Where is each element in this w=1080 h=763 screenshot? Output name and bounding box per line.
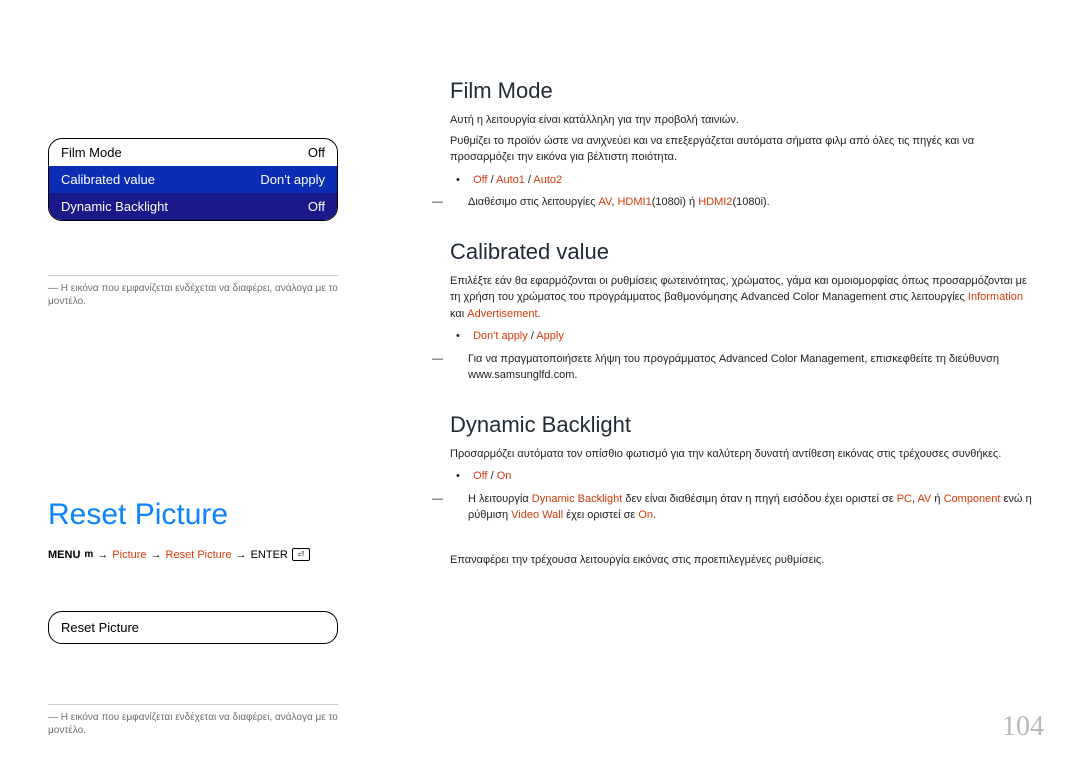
arrow-icon: → <box>236 549 247 561</box>
note-t2: δεν είναι διαθέσιμη όταν η πηγή εισόδου … <box>622 493 896 505</box>
menu-row-calibrated-value[interactable]: Calibrated value Don't apply <box>49 166 337 193</box>
reset-picture-box-label: Reset Picture <box>61 620 139 635</box>
dynamic-backlight-p1: Προσαρμόζει αυτόματα τον οπίσθιο φωτισμό… <box>450 446 1040 463</box>
section-dynamic-backlight: Dynamic Backlight Προσαρμόζει αυτόματα τ… <box>450 412 1040 524</box>
reset-picture-box[interactable]: Reset Picture <box>48 611 338 644</box>
menu-row-label: Film Mode <box>61 145 122 160</box>
slash: / <box>488 174 497 186</box>
calibrated-p1b: στις λειτουργίες <box>886 291 968 303</box>
note-db: Dynamic Backlight <box>532 493 622 505</box>
note-vw: Video Wall <box>511 509 563 521</box>
disclaimer-text: Η εικόνα που εμφανίζεται ενδέχεται να δι… <box>48 712 338 736</box>
breadcrumb: MENU m → Picture → Reset Picture → ENTER… <box>48 548 338 561</box>
menu-row-film-mode[interactable]: Film Mode Off <box>49 139 337 166</box>
note-dash: ― <box>450 194 468 211</box>
option-apply: Apply <box>536 330 564 342</box>
breadcrumb-menu-label: MENU <box>48 549 80 561</box>
option-auto1: Auto1 <box>496 174 525 186</box>
dynamic-backlight-heading: Dynamic Backlight <box>450 412 1040 438</box>
disclaimer-text: Η εικόνα που εμφανίζεται ενδέχεται να δι… <box>48 283 338 307</box>
option-auto2: Auto2 <box>533 174 562 186</box>
menu-row-value: Off <box>308 199 325 214</box>
dynamic-backlight-note: ―Η λειτουργία Dynamic Backlight δεν είνα… <box>468 491 1040 524</box>
left-column: Film Mode Off Calibrated value Don't app… <box>48 138 338 737</box>
film-mode-note: ―Διαθέσιμο στις λειτουργίες AV, HDMI1(10… <box>468 194 1040 211</box>
note-dot: . <box>653 509 656 521</box>
menu-row-dynamic-backlight[interactable]: Dynamic Backlight Off <box>49 193 337 220</box>
note-hdmi1: HDMI1 <box>617 196 651 208</box>
film-mode-heading: Film Mode <box>450 78 1040 104</box>
menu-row-value: Off <box>308 145 325 160</box>
breadcrumb-reset-picture: Reset Picture <box>166 549 232 561</box>
menu-row-label: Dynamic Backlight <box>61 199 168 214</box>
note-dash: ― <box>450 351 468 368</box>
menu-box: Film Mode Off Calibrated value Don't app… <box>48 138 338 221</box>
disclaimer-dash: ― <box>48 712 61 723</box>
calibrated-heading: Calibrated value <box>450 239 1040 265</box>
slash: / <box>488 470 497 482</box>
menu-row-value: Don't apply <box>260 172 325 187</box>
film-mode-p1: Αυτή η λειτουργία είναι κατάλληλη για τη… <box>450 112 1040 129</box>
note-t1: Η λειτουργία <box>468 493 532 505</box>
option-on: On <box>497 470 512 482</box>
section-reset-right: Επαναφέρει την τρέχουσα λειτουργία εικόν… <box>450 552 1040 569</box>
page-number: 104 <box>1002 711 1044 743</box>
calibrated-dot: . <box>538 308 541 320</box>
film-mode-p2: Ρυθμίζει το προϊόν ώστε να ανιχνεύει και… <box>450 133 1040 166</box>
calibrated-note: ―Για να πραγματοποιήσετε λήψη του προγρά… <box>468 351 1040 384</box>
note-t3: ή <box>686 196 698 208</box>
note-on: On <box>638 509 653 521</box>
dynamic-backlight-options: Off / On <box>470 468 1040 485</box>
note-t1: Διαθέσιμο στις λειτουργίες <box>468 196 599 208</box>
left-disclaimer-1: ― Η εικόνα που εμφανίζεται ενδέχεται να … <box>48 275 338 308</box>
section-calibrated-value: Calibrated value Επιλέξτε εάν θα εφαρμόζ… <box>450 239 1040 384</box>
calibrated-acm: Advanced Color Management <box>741 291 887 303</box>
note-av: AV <box>599 196 612 208</box>
calibrated-p1: Επιλέξτε εάν θα εφαρμόζονται οι ρυθμίσει… <box>450 273 1040 323</box>
right-column: Film Mode Αυτή η λειτουργία είναι κατάλλ… <box>450 78 1040 596</box>
calibrated-options: Don't apply / Apply <box>470 328 1040 345</box>
disclaimer-dash: ― <box>48 283 61 294</box>
film-mode-options: Off / Auto1 / Auto2 <box>470 172 1040 189</box>
note-t1: Για να πραγματοποιήσετε λήψη του προγράμ… <box>468 353 999 382</box>
option-dont-apply: Don't apply <box>473 330 528 342</box>
note-av: AV <box>918 493 932 505</box>
calibrated-advert: Advertisement <box>467 308 537 320</box>
enter-icon: ⏎ <box>292 548 310 561</box>
note-t5: έχει οριστεί σε <box>563 509 638 521</box>
note-component: Component <box>944 493 1001 505</box>
menu-icon: m <box>84 549 93 560</box>
section-film-mode: Film Mode Αυτή η λειτουργία είναι κατάλλ… <box>450 78 1040 211</box>
note-hdmi1s: (1080i) <box>652 196 686 208</box>
left-disclaimer-2: ― Η εικόνα που εμφανίζεται ενδέχεται να … <box>48 704 338 737</box>
note-hdmi2s: (1080i). <box>732 196 769 208</box>
calibrated-and: και <box>450 308 467 320</box>
note-dash: ― <box>450 491 468 508</box>
page: Film Mode Off Calibrated value Don't app… <box>0 0 1080 763</box>
menu-row-label: Calibrated value <box>61 172 155 187</box>
note-hdmi2: HDMI2 <box>698 196 732 208</box>
breadcrumb-picture: Picture <box>112 549 146 561</box>
reset-right-p1: Επαναφέρει την τρέχουσα λειτουργία εικόν… <box>450 552 1040 569</box>
note-pc: PC <box>897 493 912 505</box>
note-t3: ή <box>931 493 943 505</box>
option-off: Off <box>473 174 487 186</box>
breadcrumb-enter-label: ENTER <box>251 549 288 561</box>
option-off: Off <box>473 470 487 482</box>
arrow-icon: → <box>97 549 108 561</box>
arrow-icon: → <box>151 549 162 561</box>
calibrated-info: Information <box>968 291 1023 303</box>
reset-picture-heading: Reset Picture <box>48 498 338 532</box>
